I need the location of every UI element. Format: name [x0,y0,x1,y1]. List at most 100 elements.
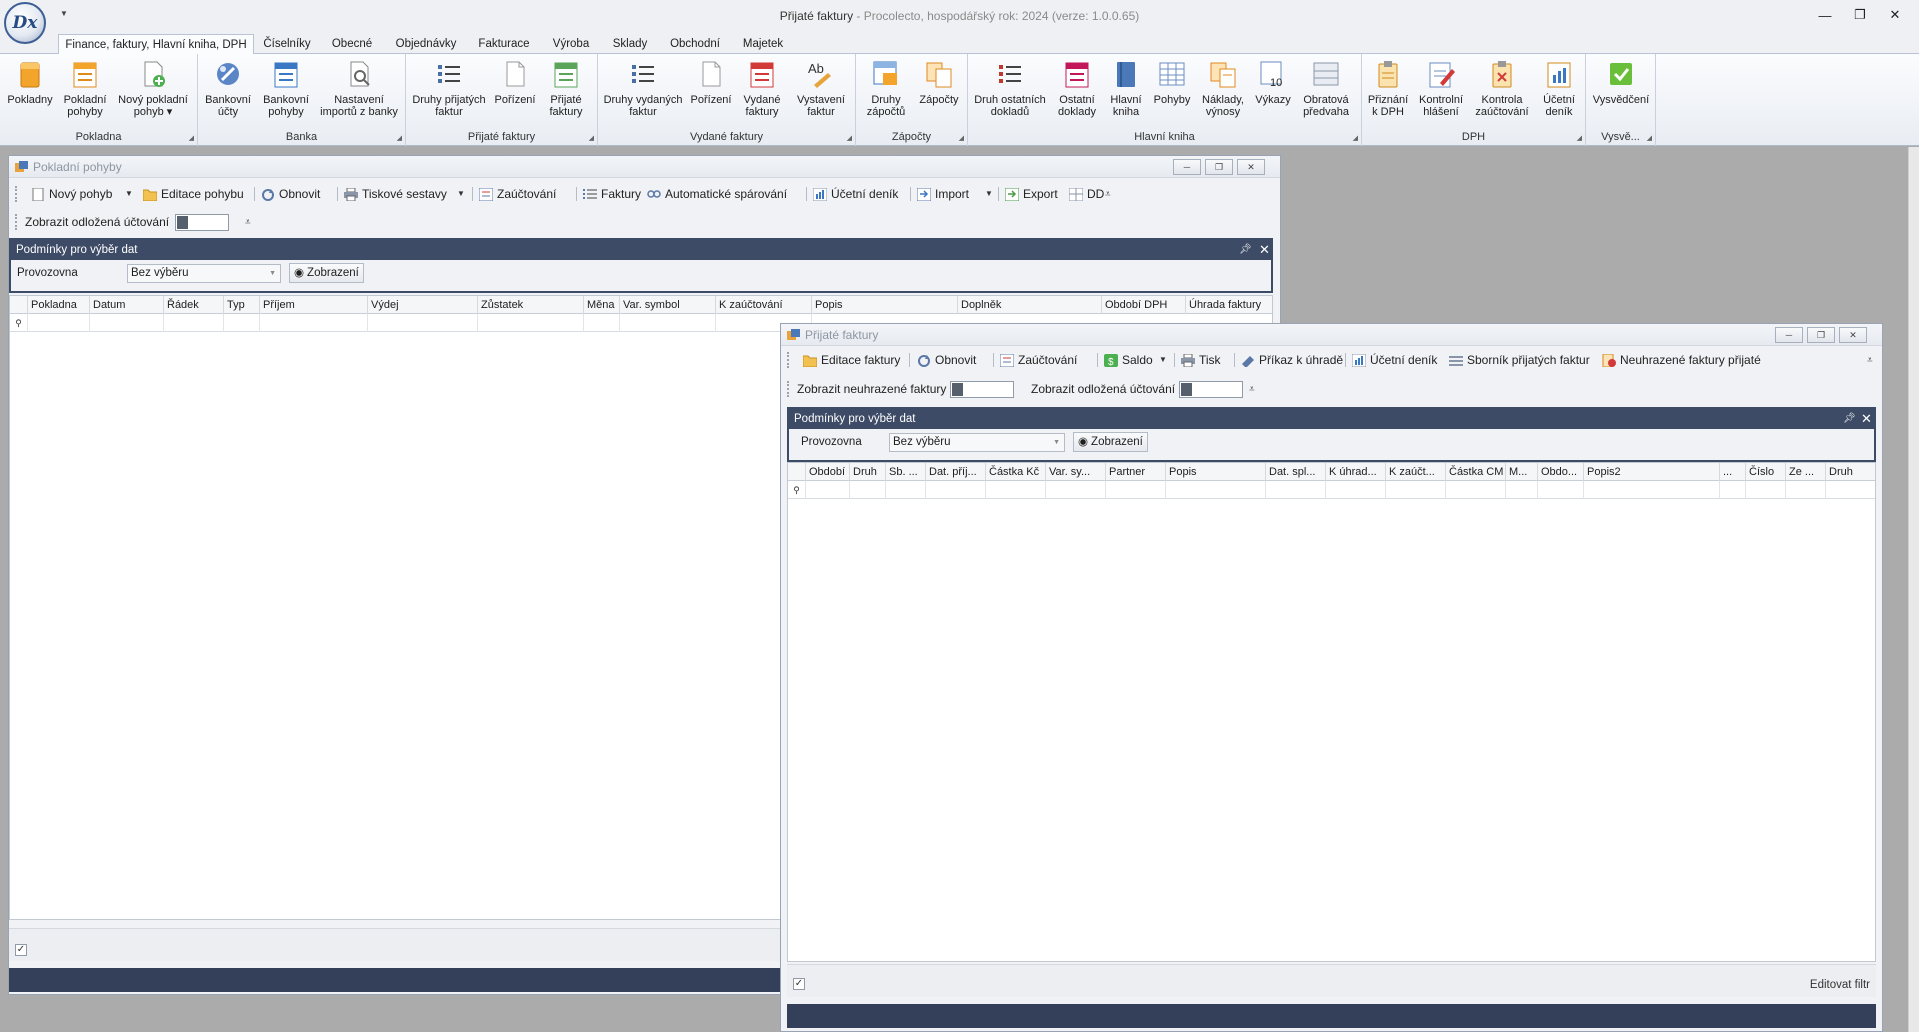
filter-cell[interactable] [1166,481,1266,499]
toolbar-grip[interactable] [15,186,18,202]
column-header[interactable]: Typ [224,296,260,314]
group-launcher-icon[interactable]: ◢ [959,134,964,142]
child-restore-button[interactable]: ❐ [1807,327,1835,343]
bankovni-pohyby-button[interactable]: Bankovní pohyby [258,59,314,129]
prijate-faktury-button[interactable]: Přijaté faktury [540,59,592,129]
editovat-filtr-link[interactable]: Editovat filtr [1810,979,1870,991]
vykazy-button[interactable]: 10 Výkazy [1252,59,1294,129]
filter-cell[interactable] [926,481,986,499]
filter-cell[interactable] [1386,481,1446,499]
toolbar-grip[interactable] [15,214,18,230]
pin-icon[interactable]: 📌︎ [1843,409,1856,429]
filter-cell[interactable] [1746,481,1786,499]
tab-objednavky[interactable]: Objednávky [388,34,464,54]
naklady-vynosy-button[interactable]: Náklady, výnosy [1196,59,1250,129]
filter-cell[interactable] [90,314,164,332]
child-close-button[interactable]: ✕ [1237,159,1265,175]
group-launcher-icon[interactable]: ◢ [589,134,594,142]
column-header[interactable]: K zaúčt... [1386,463,1446,481]
druhy-zapoctu-button[interactable]: Druhy zápočtů [858,59,914,129]
filter-enabled-checkbox[interactable]: ✓ [15,944,27,956]
novy-pohyb-button[interactable]: Nový pohyb [31,185,112,203]
odlozena-uctovani-toggle[interactable]: Zobrazit odložená účtování [25,213,230,231]
tab-finance[interactable]: Finance, faktury, Hlavní kniha, DPH [58,34,254,55]
column-header[interactable]: Úhrada faktury [1186,296,1272,314]
filter-cell[interactable] [1720,481,1746,499]
column-header[interactable]: Partner [1106,463,1166,481]
novy-pohyb-dropdown-icon[interactable]: ▼ [125,185,133,203]
kontrola-zauctovani-button[interactable]: Kontrola zaúčtování [1470,59,1534,129]
minimize-window-button[interactable]: — [1810,5,1840,25]
zauctovani-button[interactable]: Zaúčtování [478,185,556,203]
column-header[interactable]: Ze ... [1786,463,1826,481]
vysvedceni-button[interactable]: Vysvědčení [1590,59,1652,129]
porizeni-prijatych-button[interactable]: Pořízení [492,59,538,129]
novy-pokladni-pohyb-button[interactable]: Nový pokladní pohyb ▾ [114,59,192,129]
column-header[interactable]: Dat. příj... [926,463,986,481]
zapocty-button[interactable]: Zápočty [914,59,964,129]
obnovit-button[interactable]: Obnovit [261,185,320,203]
filter-cell[interactable] [584,314,620,332]
saldo-dropdown-icon[interactable]: ▼ [1159,351,1167,369]
toggle-switch[interactable] [175,213,230,231]
column-header[interactable]: Řádek [164,296,224,314]
workspace-scrollbar[interactable] [1908,147,1919,1032]
toolbar-overflow-icon[interactable]: ⩡ [1867,355,1873,366]
tab-obecne[interactable]: Obecné [324,34,380,54]
group-launcher-icon[interactable]: ◢ [1577,134,1582,142]
filter-cell[interactable] [886,481,926,499]
import-button[interactable]: Import [916,185,969,203]
column-header[interactable]: Dat. spl... [1266,463,1326,481]
column-header[interactable]: Měna [584,296,620,314]
prikaz-k-uhrade-button[interactable]: Příkaz k úhradě [1241,351,1343,369]
ucetni-denik-button[interactable]: Účetní deník [1351,351,1437,369]
bankovni-ucty-button[interactable]: Bankovní účty [200,59,256,129]
child-close-button[interactable]: ✕ [1839,327,1867,343]
child-minimize-button[interactable]: ─ [1775,327,1803,343]
nastaveni-importu-button[interactable]: Nastavení importů z banky [316,59,402,129]
filter-cell[interactable] [260,314,368,332]
quick-access-dropdown-icon[interactable]: ▼ [60,9,68,18]
filter-cell[interactable] [1046,481,1106,499]
ucetni-denik-ribbon-button[interactable]: Účetní deník [1536,59,1582,129]
app-logo[interactable]: Dx [4,2,46,44]
automaticke-sparovani-button[interactable]: Automatické spárování [647,185,787,203]
pin-icon[interactable]: 📌︎ [1239,240,1252,260]
column-header[interactable]: M... [1506,463,1538,481]
editace-pohybu-button[interactable]: Editace pohybu [142,185,244,203]
obratova-predvaha-button[interactable]: Obratová předvaha [1296,59,1356,129]
vystaveni-faktur-button[interactable]: Ab Vystavení faktur [790,59,852,129]
tiskove-sestavy-button[interactable]: Tiskové sestavy [344,185,447,203]
filter-cell[interactable] [806,481,850,499]
filter-cell[interactable] [1786,481,1826,499]
column-header[interactable]: Druh [850,463,886,481]
tab-obchodni[interactable]: Obchodní [664,34,726,54]
column-header[interactable]: Sb. ... [886,463,926,481]
toolbar-overflow-icon[interactable]: ⩡ [245,217,251,228]
export-button[interactable]: Export [1004,185,1058,203]
column-header[interactable]: K zaúčtování [716,296,812,314]
tab-majetek[interactable]: Majetek [732,34,794,54]
filter-cell[interactable] [224,314,260,332]
column-header[interactable]: Datum [90,296,164,314]
filter-cell[interactable] [1446,481,1506,499]
pohyby-button[interactable]: Pohyby [1150,59,1194,129]
filter-cell[interactable] [986,481,1046,499]
column-header[interactable]: Obdo... [1538,463,1584,481]
filter-cell[interactable] [1266,481,1326,499]
group-launcher-icon[interactable]: ◢ [1647,134,1652,142]
panel-close-icon[interactable]: ✕ [1861,409,1872,429]
child-restore-button[interactable]: ❐ [1205,159,1233,175]
dd-button[interactable]: DD [1068,185,1104,203]
group-launcher-icon[interactable]: ◢ [1353,134,1358,142]
zauctovani-button[interactable]: Zaúčtování [999,351,1077,369]
provozovna-select[interactable]: Bez výběru ▼ [127,264,281,283]
tisk-button[interactable]: Tisk [1181,351,1221,369]
neuhrazene-faktury-toggle[interactable]: Zobrazit neuhrazené faktury [797,380,1015,398]
group-launcher-icon[interactable]: ◢ [847,134,852,142]
vydane-faktury-button[interactable]: Vydané faktury [736,59,788,129]
hlavni-kniha-button[interactable]: Hlavní kniha [1104,59,1148,129]
pokladni-pohyby-button[interactable]: Pokladní pohyby [58,59,112,129]
column-header[interactable]: Popis [1166,463,1266,481]
toggle-switch[interactable] [950,380,1015,398]
